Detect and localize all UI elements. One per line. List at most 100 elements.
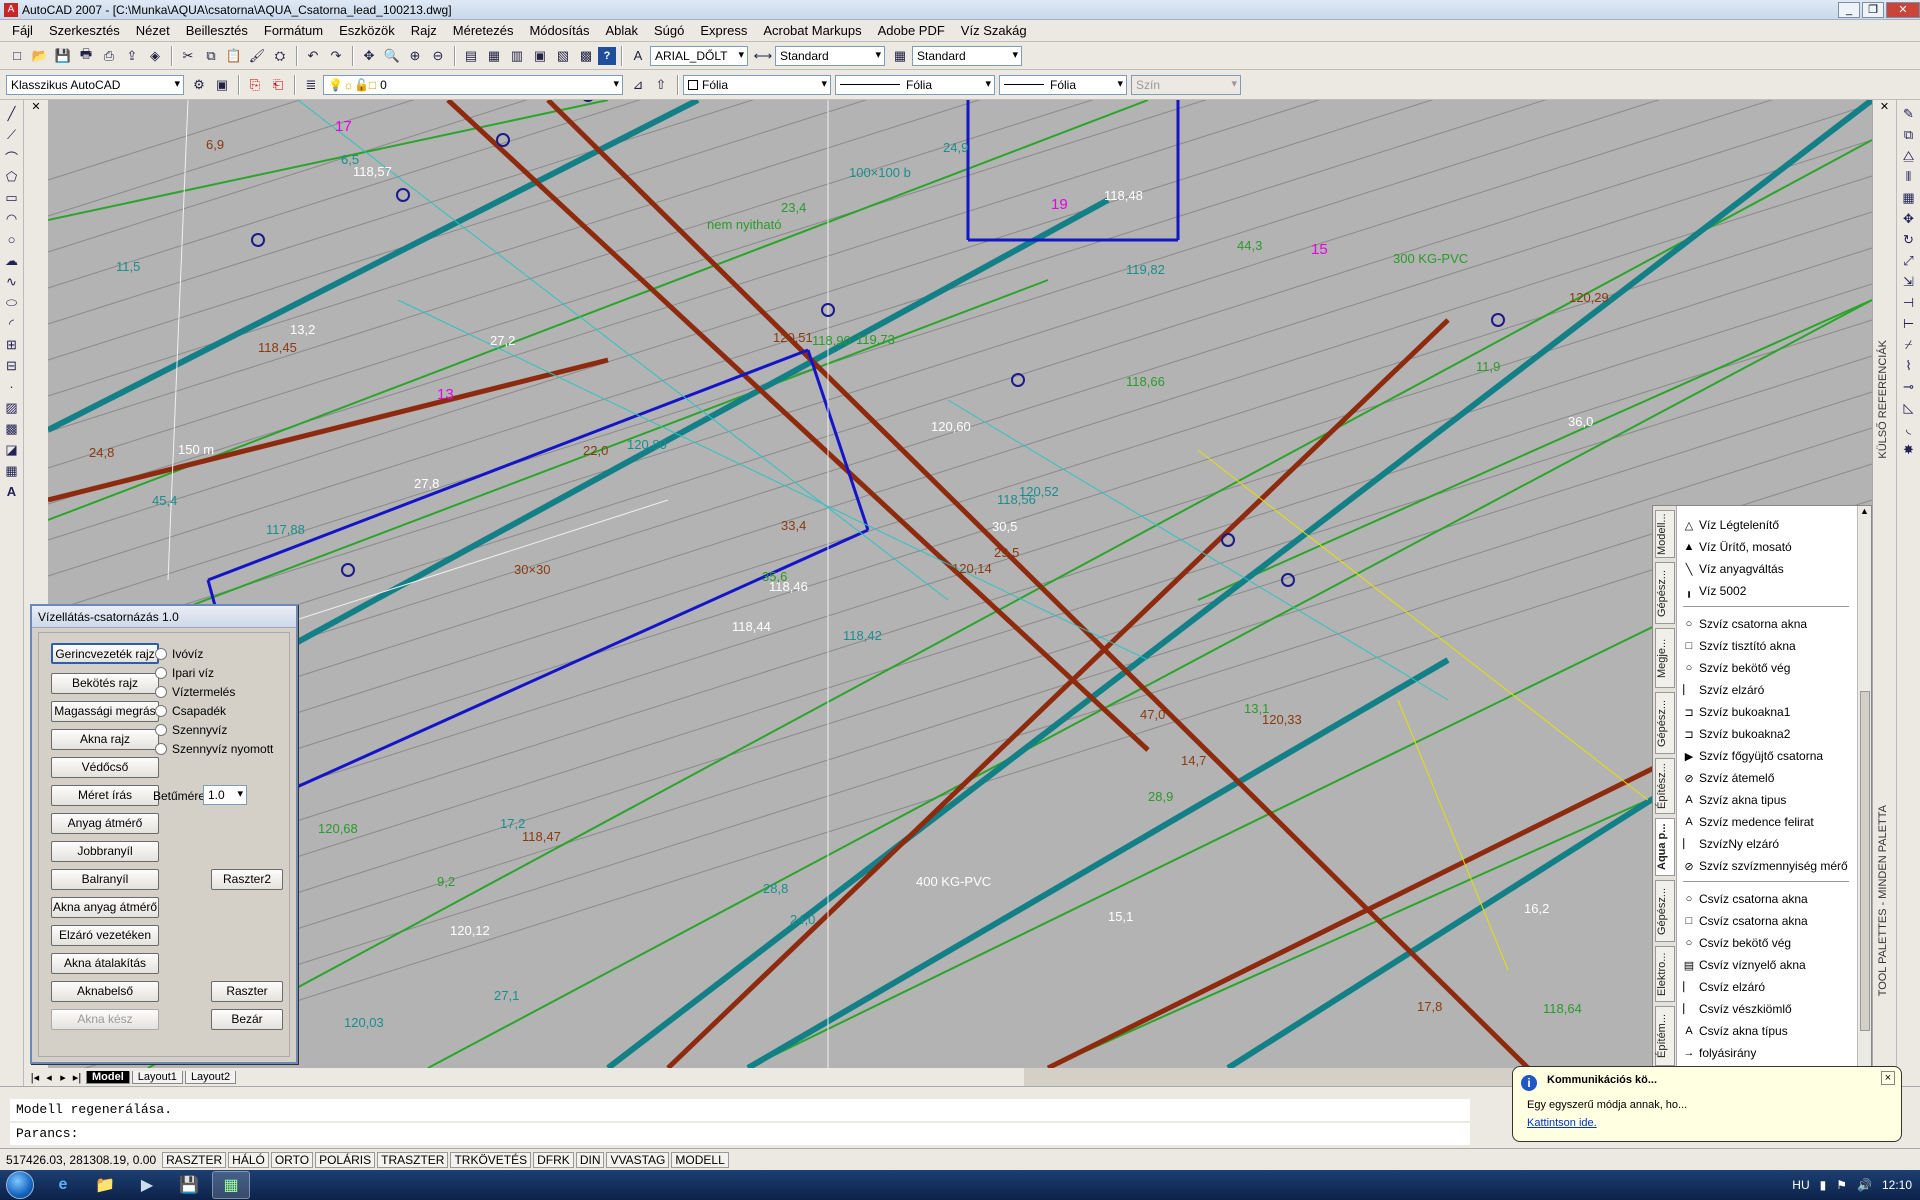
drawing-label[interactable]: 17,8 <box>1417 999 1442 1014</box>
save-icon[interactable]: 💾 <box>52 45 74 67</box>
balloon-close-icon[interactable]: × <box>1881 1071 1895 1085</box>
close-strip-icon[interactable]: ✕ <box>24 100 48 113</box>
last-tab-icon[interactable]: ▸| <box>70 1071 84 1084</box>
drawing-label[interactable]: 24,0 <box>790 912 815 927</box>
status-toggle[interactable]: VVASTAG <box>606 1151 670 1168</box>
scale-icon[interactable]: ⤢ <box>1899 253 1919 274</box>
open-file-icon[interactable]: 📂 <box>29 45 51 67</box>
menu-item[interactable]: Eszközök <box>331 23 403 38</box>
drawing-label[interactable]: 118,47 <box>522 829 561 844</box>
palette-tab[interactable]: Építém... <box>1655 1006 1675 1066</box>
construction-line-icon[interactable]: ⟋ <box>2 127 22 148</box>
drawing-label[interactable]: 6,9 <box>206 137 224 152</box>
table-icon[interactable]: ▦ <box>2 463 22 484</box>
annotation-line[interactable] <box>947 399 1449 701</box>
radio-option[interactable]: Ivóvíz <box>155 647 203 661</box>
drawing-label[interactable]: 118,66 <box>1126 374 1165 389</box>
drawing-label[interactable]: 13,1 <box>1244 701 1269 716</box>
drawing-label[interactable]: 120,60 <box>931 419 971 434</box>
palette-tool[interactable]: ○ Csvíz csatorna akna <box>1679 888 1855 910</box>
polyline-icon[interactable]: ⌒ <box>2 148 22 169</box>
drawing-label[interactable]: 14,7 <box>1181 753 1206 768</box>
offset-icon[interactable]: ⫴ <box>1899 169 1919 190</box>
drawing-label[interactable]: 19 <box>1051 196 1068 213</box>
palette-tool[interactable]: A Szvíz akna tipus <box>1679 789 1855 811</box>
region-icon[interactable]: ◪ <box>2 442 22 463</box>
palette-tab[interactable]: Aqua p... <box>1655 818 1675 876</box>
zoom-previous-icon[interactable]: ⊖ <box>427 45 449 67</box>
drawing-label[interactable]: 24,8 <box>89 445 114 460</box>
cut-icon[interactable]: ✂ <box>177 45 199 67</box>
scroll-up-icon[interactable]: ▲ <box>1858 506 1871 516</box>
drawing-label[interactable]: 119,82 <box>1126 262 1165 277</box>
menu-item[interactable]: Formátum <box>256 23 331 38</box>
explode-icon[interactable]: ✸ <box>1899 442 1919 463</box>
drawing-label[interactable]: 27,1 <box>494 988 519 1003</box>
status-toggle[interactable]: MODELL <box>671 1151 729 1168</box>
point-icon[interactable]: · <box>2 379 22 400</box>
linetype-combo[interactable]: Fólia <box>835 74 995 95</box>
layout-tab[interactable]: Layout2 <box>184 1070 237 1084</box>
drawing-label[interactable]: 300 KG-PVC <box>1393 251 1468 266</box>
make-block-icon[interactable]: ⊟ <box>2 358 22 379</box>
dim-style-icon[interactable]: ⟷ <box>752 45 774 67</box>
dimension-line[interactable] <box>167 100 189 581</box>
palette-tab[interactable]: Megje... <box>1655 628 1675 688</box>
radio-option[interactable]: Szennyvíz <box>155 723 227 737</box>
dialog-button[interactable]: Védőcső <box>51 757 159 778</box>
menu-item[interactable]: Méretezés <box>445 23 522 38</box>
manhole-symbol[interactable] <box>582 100 594 102</box>
pipe-teal[interactable] <box>746 657 1450 1068</box>
status-toggle[interactable]: HÁLÓ <box>228 1151 269 1168</box>
drawing-label[interactable]: 120,14 <box>952 561 992 576</box>
text-style-icon[interactable]: A <box>627 45 649 67</box>
background-line[interactable] <box>48 103 1872 685</box>
close-xref-icon[interactable]: ✕ <box>1873 100 1896 113</box>
minimize-button[interactable]: _ <box>1838 1 1860 18</box>
menu-item[interactable]: Nézet <box>128 23 178 38</box>
match-properties-icon[interactable]: 🖌 <box>246 45 268 67</box>
palette-tool[interactable]: □ Szvíz tisztító akna <box>1679 635 1855 657</box>
start-button[interactable] <box>0 1170 40 1200</box>
3d-dwf-icon[interactable]: ◈ <box>144 45 166 67</box>
workspace-combo[interactable]: Klasszikus AutoCAD <box>6 74 184 95</box>
palette-tool[interactable]: ▲ Víz Ürítő, mosató <box>1679 536 1855 558</box>
palette-tool[interactable]: ╲ Víz anyagváltás <box>1679 558 1855 580</box>
restore-button[interactable]: ❐ <box>1862 1 1884 18</box>
palette-tab[interactable]: Építész... <box>1655 758 1675 814</box>
arc-icon[interactable]: ◠ <box>2 211 22 232</box>
palette-tool[interactable]: ⊐ Szvíz bukoakna1 <box>1679 701 1855 723</box>
ellipse-arc-icon[interactable]: ◜ <box>2 316 22 337</box>
close-dialog-button[interactable]: Bezár <box>211 1009 283 1030</box>
rotate-icon[interactable]: ↻ <box>1899 232 1919 253</box>
drawing-label[interactable]: 27,8 <box>414 476 439 491</box>
drawing-label[interactable]: 119,73 <box>856 332 895 347</box>
dialog-button[interactable]: Gerincvezeték rajz <box>51 643 159 664</box>
drawing-area[interactable]: 118,42118,45118,46118,54118,56118,47118,… <box>48 100 1872 1068</box>
stretch-icon[interactable]: ⇲ <box>1899 274 1919 295</box>
dialog-button[interactable]: Akna átalakítás <box>51 953 159 974</box>
dialog-button[interactable]: Méret írás <box>51 785 159 806</box>
manhole-symbol[interactable] <box>341 563 355 577</box>
explorer-icon[interactable]: 📁 <box>86 1171 124 1199</box>
drawing-label[interactable]: 15,1 <box>1108 909 1133 924</box>
dialog-button[interactable]: Elzáró vezetéken <box>51 925 159 946</box>
table-style-icon[interactable]: ▦ <box>889 45 911 67</box>
status-toggle[interactable]: DIN <box>575 1151 605 1168</box>
drawing-label[interactable]: 150 m <box>178 442 214 457</box>
palette-tool[interactable]: ⊐ Szvíz bukoakna2 <box>1679 723 1855 745</box>
dialog-button[interactable]: Jobbranyíl <box>51 841 159 862</box>
manhole-symbol[interactable] <box>1491 313 1505 327</box>
drawing-label[interactable]: 100×100 b <box>849 165 911 180</box>
insert-block-icon[interactable]: ⊞ <box>2 337 22 358</box>
array-icon[interactable]: ▦ <box>1899 190 1919 211</box>
drawing-label[interactable]: 120,80 <box>627 437 667 452</box>
color-combo[interactable]: Fólia <box>683 74 831 95</box>
drawing-canvas[interactable]: 118,42118,45118,46118,54118,56118,47118,… <box>48 100 1872 1068</box>
palette-tool[interactable]: ⎸ SzvízNy elzáró <box>1679 833 1855 855</box>
raszter2-button[interactable]: Raszter2 <box>211 869 283 890</box>
prev-tab-icon[interactable]: ◂ <box>42 1071 56 1084</box>
network-icon[interactable]: ▮ <box>1820 1178 1827 1192</box>
palette-tab[interactable]: Gépész... <box>1655 692 1675 754</box>
manhole-symbol[interactable] <box>496 133 510 147</box>
